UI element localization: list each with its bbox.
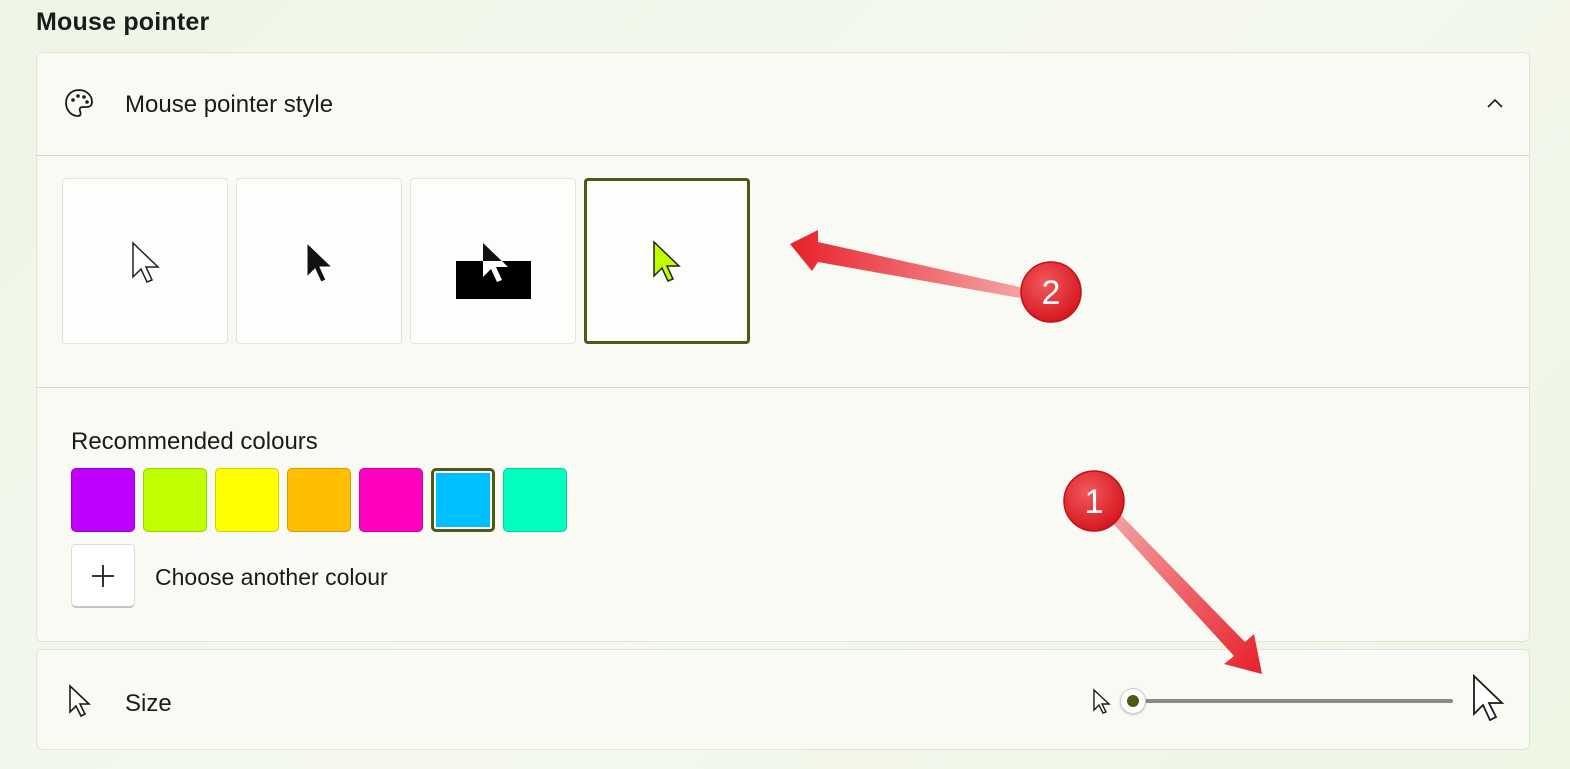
pointer-style-options (37, 156, 1529, 388)
custom-pointer-icon (653, 240, 681, 282)
colour-swatch-orange[interactable] (287, 468, 351, 532)
colour-swatch-purple[interactable] (71, 468, 135, 532)
choose-another-colour-button[interactable] (71, 544, 135, 608)
recommended-colours-label: Recommended colours (71, 428, 318, 455)
large-pointer-icon (1473, 674, 1505, 722)
pointer-style-black[interactable] (236, 178, 402, 344)
mouse-pointer-style-card: Mouse pointer style Recommended colours … (36, 52, 1530, 642)
inverted-pointer-icon (456, 243, 531, 299)
colour-swatch-teal[interactable] (503, 468, 567, 532)
colour-swatch-pink[interactable] (359, 468, 423, 532)
colour-swatch-lime[interactable] (143, 468, 207, 532)
small-pointer-icon (1093, 688, 1111, 714)
palette-icon (65, 89, 93, 117)
plus-icon (92, 565, 114, 587)
pointer-icon (69, 684, 92, 718)
choose-another-colour-label: Choose another colour (155, 564, 388, 590)
section-title: Mouse pointer (36, 8, 210, 36)
slider-thumb[interactable] (1120, 688, 1146, 714)
recommended-colours-section: Recommended colours Choose another colou… (37, 388, 1529, 643)
chevron-up-icon[interactable] (1485, 93, 1505, 113)
pointer-style-white[interactable] (62, 178, 228, 344)
mouse-pointer-style-label: Mouse pointer style (125, 91, 334, 118)
size-card: Size (36, 649, 1530, 750)
colour-swatch-yellow[interactable] (215, 468, 279, 532)
black-pointer-icon (306, 241, 334, 283)
size-label: Size (125, 690, 172, 717)
slider-track (1133, 699, 1453, 703)
colour-swatch-blue[interactable] (431, 468, 495, 532)
pointer-style-inverted[interactable] (410, 178, 576, 344)
white-pointer-icon (132, 241, 160, 283)
size-slider[interactable] (1120, 686, 1453, 716)
pointer-style-custom[interactable] (584, 178, 750, 344)
mouse-pointer-style-header[interactable]: Mouse pointer style (37, 53, 1529, 156)
